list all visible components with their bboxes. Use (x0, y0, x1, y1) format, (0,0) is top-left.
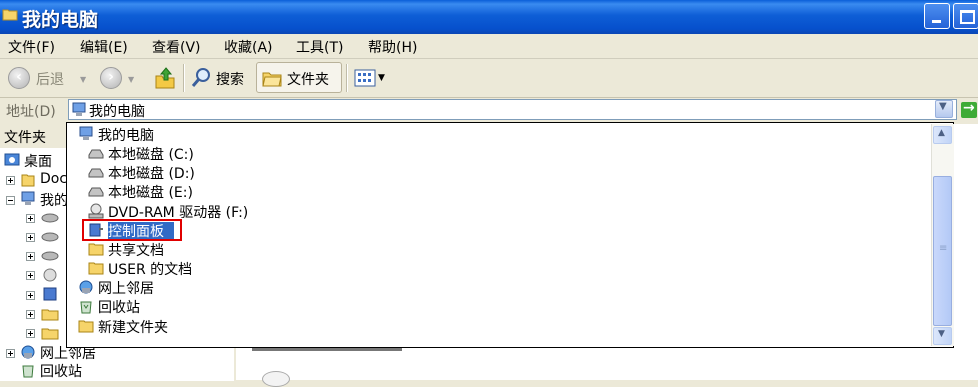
expand-icon[interactable] (6, 176, 15, 185)
title-bar: 我的电脑 (0, 0, 978, 34)
folders-pane-title: 文件夹 (4, 130, 46, 146)
back-button[interactable]: 后退 (36, 69, 64, 89)
address-dropdown-button[interactable]: ▼ (935, 100, 953, 118)
menu-help[interactable]: 帮助(H) (368, 37, 417, 57)
computer-icon (21, 191, 35, 205)
scroll-up-button[interactable]: ▲ (933, 126, 952, 144)
go-button[interactable]: → (961, 100, 977, 118)
chevron-down-icon: ▼ (938, 329, 945, 339)
search-button[interactable]: 搜索 (216, 69, 244, 89)
menu-bar: 文件(F) 编辑(E) 查看(V) 收藏(A) 工具(T) 帮助(H) (0, 34, 978, 59)
expand-icon[interactable] (26, 271, 35, 280)
computer-icon (72, 102, 86, 116)
chevron-up-icon: ▲ (938, 128, 945, 138)
chevron-down-icon: ▼ (939, 101, 947, 112)
folder-icon (2, 9, 18, 21)
scroll-thumb[interactable]: ≡ (933, 176, 952, 326)
expand-icon[interactable] (26, 329, 35, 338)
back-icon[interactable]: ‹ (8, 67, 30, 89)
documents-icon (21, 174, 35, 187)
folder-icon (78, 320, 94, 333)
expand-icon[interactable] (26, 252, 35, 261)
chevron-down-icon[interactable]: ▼ (80, 75, 86, 84)
address-field[interactable]: 我的电脑 ▼ (68, 99, 957, 120)
address-label: 地址(D) (6, 104, 56, 120)
folder-icon (262, 72, 282, 87)
menu-view[interactable]: 查看(V) (152, 37, 201, 57)
toolbar-separator (346, 64, 348, 92)
highlight-annotation-box (82, 219, 182, 241)
address-value: 我的电脑 (89, 104, 145, 120)
drive-icon (262, 371, 290, 387)
toolbar: ‹ 后退 ▼ › ▼ 搜索 文件夹 ▼ (0, 59, 978, 98)
dropdown-scrollbar[interactable]: ▲ ≡ ▼ (931, 124, 954, 346)
desktop-icon (4, 153, 20, 166)
window-title: 我的电脑 (22, 9, 99, 31)
chevron-down-icon[interactable]: ▼ (128, 75, 134, 84)
recycle-bin-icon (22, 365, 34, 378)
folders-button[interactable]: 文件夹 (256, 62, 342, 93)
expand-icon[interactable] (26, 233, 35, 242)
address-dropdown-list (66, 122, 954, 348)
menu-tools[interactable]: 工具(T) (296, 37, 343, 57)
forward-icon[interactable]: › (100, 67, 122, 89)
subtree-icons (41, 213, 59, 340)
network-icon (79, 280, 93, 294)
folder-icon (88, 262, 104, 275)
minimize-button[interactable] (924, 3, 950, 29)
network-icon (21, 345, 35, 359)
menu-favorites[interactable]: 收藏(A) (224, 37, 273, 57)
expand-icon[interactable] (26, 291, 35, 300)
search-icon[interactable] (190, 66, 214, 90)
views-icon[interactable] (354, 69, 376, 87)
toolbar-separator (183, 64, 185, 92)
hidden-heading-fragment (252, 348, 402, 351)
menu-file[interactable]: 文件(F) (8, 37, 55, 57)
up-folder-icon[interactable] (154, 66, 176, 90)
expand-icon[interactable] (26, 310, 35, 319)
drive-icon (88, 149, 104, 159)
menu-edit[interactable]: 编辑(E) (80, 37, 128, 57)
scroll-down-button[interactable]: ▼ (933, 327, 952, 345)
expand-icon[interactable] (6, 349, 15, 358)
address-bar: 地址(D) 我的电脑 ▼ → (0, 98, 978, 122)
arrow-right-icon: → (963, 100, 975, 116)
maximize-button[interactable] (953, 3, 978, 29)
chevron-down-icon[interactable]: ▼ (378, 73, 385, 83)
drive-icon (88, 187, 104, 197)
drive-icon (88, 168, 104, 178)
folder-icon (88, 243, 104, 256)
collapse-icon[interactable] (6, 196, 15, 205)
folders-label: 文件夹 (287, 72, 329, 88)
recycle-bin-icon (80, 301, 92, 314)
expand-icon[interactable] (26, 214, 35, 223)
dvd-drive-icon (88, 203, 104, 219)
grip-icon: ≡ (939, 243, 948, 254)
computer-icon (79, 126, 93, 140)
